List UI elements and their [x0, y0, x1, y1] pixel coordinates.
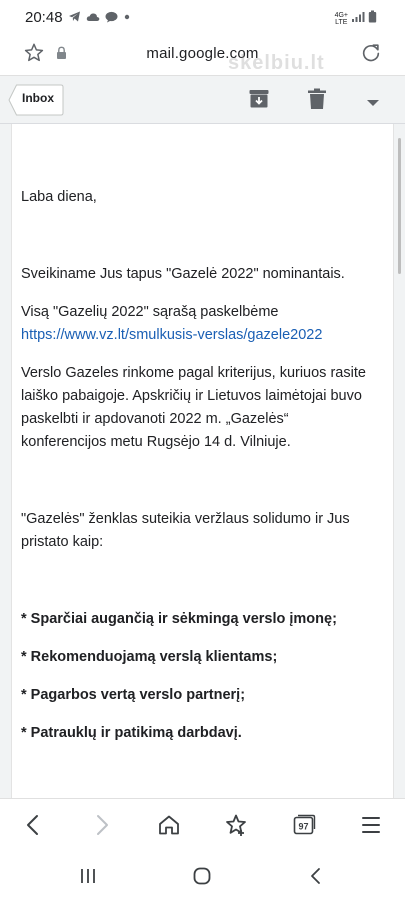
- cloud-icon: [86, 10, 100, 28]
- status-time: 20:48: [25, 9, 63, 26]
- svg-text:97: 97: [298, 822, 308, 832]
- inbox-label: Inbox: [22, 91, 54, 105]
- browser-bottom-nav: 97: [0, 798, 405, 852]
- congrats-text: Sveikiname Jus tapus "Gazelė 2022" nomin…: [21, 266, 345, 282]
- tabs-icon[interactable]: 97: [292, 813, 316, 842]
- watermark: skelbiu.lt: [228, 52, 325, 74]
- bullet-item: * Pagarbos vertą verslo partnerį;: [21, 687, 246, 703]
- criteria-line-1: Verslo Gazeles rinkome pagal kriterijus,…: [21, 365, 366, 381]
- dropdown-arrow-icon[interactable]: [366, 94, 380, 112]
- badge-line-2: pristato kaip:: [21, 534, 104, 550]
- mail-toolbar: Inbox: [0, 76, 405, 124]
- back-icon[interactable]: [22, 813, 44, 842]
- bullet-item: * Sparčiai augančią ir sėkmingą verslo į…: [21, 611, 337, 627]
- signal-icon: [351, 10, 365, 28]
- network-type: 4G+ LTE: [334, 12, 348, 26]
- url-bar: mail.google.com skelbiu.lt: [0, 34, 405, 76]
- telegram-icon: [68, 10, 81, 28]
- system-nav-bar: [0, 852, 405, 900]
- archive-icon[interactable]: [248, 88, 270, 115]
- criteria-line-2: laiško pabaigoje. Apskričių ir Lietuvos …: [21, 388, 362, 404]
- badge-line-1: "Gazelės" ženklas suteikia veržlaus soli…: [21, 511, 350, 527]
- menu-icon[interactable]: [360, 813, 382, 842]
- bullet-item: * Rekomenduojamą verslą klientams;: [21, 649, 278, 665]
- forward-icon[interactable]: [91, 813, 113, 842]
- home-circle-icon[interactable]: [192, 866, 212, 891]
- reload-icon[interactable]: [360, 42, 382, 69]
- scrollbar-thumb[interactable]: [398, 138, 401, 274]
- status-notification-icons: [68, 10, 131, 28]
- bullet-item: * Patrauklų ir patikimą darbdavį.: [21, 725, 242, 741]
- criteria-line-3: paskelbti ir apdovanoti 2022 m. „Gazelės…: [21, 411, 289, 427]
- greeting-text: Laba diena,: [21, 189, 97, 205]
- dot-icon: [123, 10, 131, 28]
- battery-icon: [368, 10, 377, 28]
- gazele-link[interactable]: https://www.vz.lt/smulkusis-verslas/gaze…: [21, 324, 381, 347]
- status-system-icons: 4G+ LTE: [335, 10, 377, 28]
- messenger-icon: [105, 10, 118, 28]
- criteria-line-4: konferencijos metu Rugsėjo 14 d. Vilniuj…: [21, 434, 291, 450]
- list-text: Visą "Gazelių 2022" sąrašą paskelbėme: [21, 304, 279, 320]
- home-icon[interactable]: [157, 813, 181, 842]
- url-text[interactable]: mail.google.com: [0, 45, 405, 62]
- status-bar: 20:48 4G+ LTE: [0, 0, 405, 34]
- recents-icon[interactable]: [78, 866, 98, 891]
- message-area[interactable]: Laba diena, Sveikiname Jus tapus "Gazelė…: [0, 124, 405, 798]
- trash-icon[interactable]: [307, 88, 327, 115]
- bookmark-star-icon[interactable]: [224, 813, 248, 842]
- back-chevron-icon[interactable]: [306, 866, 326, 891]
